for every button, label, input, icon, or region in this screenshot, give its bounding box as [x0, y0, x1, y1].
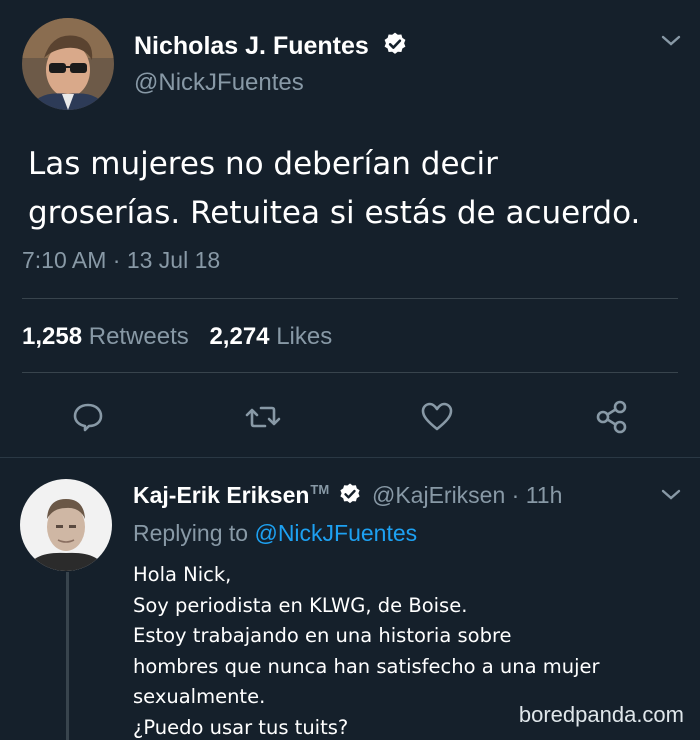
share-icon [596, 400, 627, 434]
like-button[interactable] [417, 397, 457, 437]
retweets-stat[interactable]: 1,258 Retweets [22, 323, 195, 350]
retweets-count: 1,258 [22, 323, 83, 350]
reply-author-name-text[interactable]: Kaj-Erik Eriksen [133, 482, 309, 508]
author-name[interactable]: Nicholas J. Fuentes [134, 31, 408, 64]
likes-count: 2,274 [209, 323, 270, 350]
divider [0, 457, 700, 458]
replying-to: Replying to @NickJFuentes [133, 520, 417, 547]
reply-author-avatar[interactable] [20, 479, 112, 571]
divider [22, 298, 678, 299]
reply-button[interactable] [68, 397, 108, 437]
likes-label: Likes [276, 323, 333, 350]
tweet-text-line: groserías. Retuitea si estás de acuerdo. [28, 195, 641, 231]
chevron-down-icon[interactable] [660, 34, 682, 48]
author-name-text[interactable]: Nicholas J. Fuentes [134, 32, 369, 60]
verified-badge-icon [338, 482, 362, 512]
watermark: boredpanda.com [518, 702, 684, 727]
reply-author-name[interactable]: Kaj-Erik EriksenTM @KajEriksen · 11h [133, 482, 562, 512]
tweet-timestamp[interactable]: 7:10 AM · 13 Jul 18 [22, 247, 220, 274]
likes-stat[interactable]: 2,274 Likes [209, 323, 332, 350]
verified-badge-icon [382, 31, 408, 64]
retweet-button[interactable] [243, 397, 283, 437]
author-handle[interactable]: @NickJFuentes [134, 69, 304, 97]
chevron-down-icon[interactable] [660, 488, 682, 502]
share-button[interactable] [592, 397, 632, 437]
reply-text-line: Estoy trabajando en una historia sobre [133, 624, 512, 648]
reply-time[interactable]: · 11h [512, 482, 563, 508]
replying-to-label: Replying to [133, 520, 249, 546]
tweet-text: Las mujeres no deberían decir groserías.… [28, 140, 688, 238]
reply-text-line: Hola Nick, [133, 563, 232, 586]
tweet-text-line: Las mujeres no deberían decir [28, 146, 498, 182]
retweet-icon [245, 406, 281, 428]
reply-text-line: Soy periodista en KLWG, de Boise. [133, 593, 468, 617]
reply-icon [73, 403, 103, 432]
like-icon [421, 402, 453, 431]
reply-text-line: hombres que nunca han satisfecho a una m… [133, 654, 600, 678]
tweet-stats: 1,258 Retweets 2,274 Likes [22, 323, 332, 351]
reply-author-handle[interactable]: @KajEriksen [372, 482, 505, 508]
trademark-mark: TM [310, 482, 330, 497]
author-avatar[interactable] [22, 18, 114, 110]
divider [22, 372, 678, 373]
replying-to-handle[interactable]: @NickJFuentes [254, 520, 417, 546]
thread-line [66, 572, 69, 740]
retweets-label: Retweets [88, 323, 189, 350]
